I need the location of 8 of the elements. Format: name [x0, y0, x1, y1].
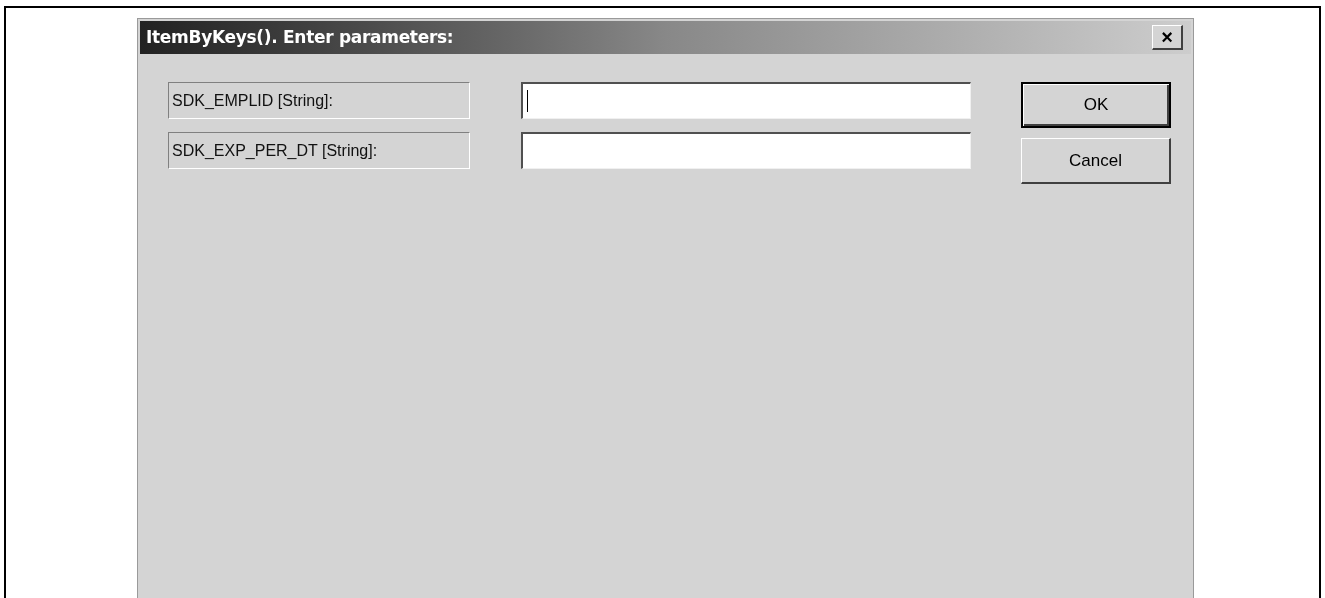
- parameter-label: SDK_EMPLID [String]:: [168, 82, 470, 119]
- dialog-button[interactable]: Cancel: [1021, 138, 1171, 184]
- input-field[interactable]: [521, 132, 971, 169]
- input-field[interactable]: [521, 82, 971, 119]
- close-button[interactable]: ×: [1152, 25, 1183, 50]
- window-title: ItemByKeys(). Enter parameters:: [146, 25, 454, 49]
- dialog-button[interactable]: OK: [1021, 82, 1171, 128]
- parameter-label: SDK_EXP_PER_DT [String]:: [168, 132, 470, 169]
